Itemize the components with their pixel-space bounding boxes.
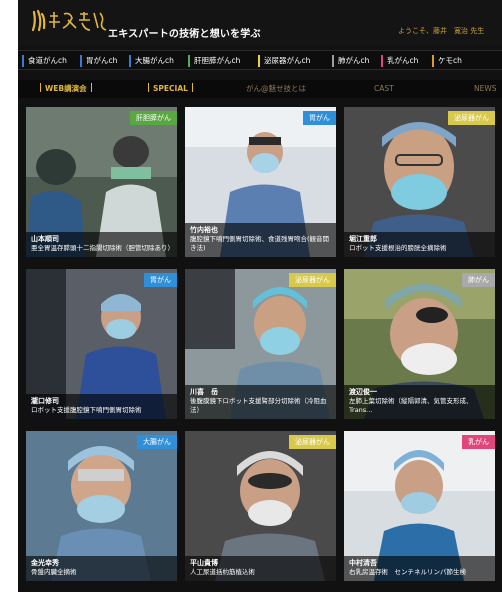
channel-nav: 食道がんch 胃がんch 大腸がんch 肝胆膵がんch 泌尿器がんch 肺がんc…: [18, 50, 502, 70]
surgeon-name: 中村清吾: [349, 559, 377, 567]
card-caption: 川喜 岳 後腹膜鏡下ロボット支援腎部分切除術（冷阻血法）: [185, 385, 336, 419]
video-card[interactable]: 泌尿器がん 平山貴博 人工尿道括約筋植込術: [185, 431, 336, 581]
channel-hepatobiliary[interactable]: 肝胆膵がんch: [188, 55, 240, 67]
surgeon-name: 川喜 岳: [190, 388, 218, 396]
specialty-tag: 胃がん: [144, 273, 177, 287]
site-header: エキスパートの技術と想いを学ぶ ようこそ、藤井 寛治 先生: [18, 0, 502, 46]
channel-stomach[interactable]: 胃がんch: [80, 55, 117, 67]
specialty-tag: 泌尿器がん: [289, 435, 336, 449]
specialty-tag: 肺がん: [462, 273, 495, 287]
video-card[interactable]: 胃がん 瀧口修司 ロボット支援腹腔鏡下噴門側胃切除術: [26, 269, 177, 419]
card-caption: 竹内裕也 腹腔鏡下噴門側胃切除術、食道残胃吻合(観音開き法): [185, 223, 336, 257]
card-caption: 瀧口修司 ロボット支援腹腔鏡下噴門側胃切除術: [26, 394, 177, 419]
video-card[interactable]: 肝胆膵がん 山本順司 亜全胃温存膵頭十二指腸切除術（胆管切除あり）: [26, 107, 177, 257]
surgeon-name: 瀧口修司: [31, 397, 59, 405]
channel-esophagus[interactable]: 食道がんch: [22, 55, 67, 67]
channel-breast[interactable]: 乳がんch: [381, 55, 418, 67]
video-card[interactable]: 泌尿器がん 堀江重郎 ロボット支援根治的膀胱全摘除術: [344, 107, 495, 257]
nav-cast[interactable]: CAST: [374, 83, 394, 95]
surgeon-name: 山本順司: [31, 235, 59, 243]
channel-chemo[interactable]: ケモch: [432, 55, 462, 67]
surgeon-name: 竹内裕也: [190, 226, 218, 234]
site-tagline: エキスパートの技術と想いを学ぶ: [108, 29, 261, 40]
specialty-tag: 泌尿器がん: [448, 111, 495, 125]
welcome-message: ようこそ、藤井 寛治 先生: [398, 27, 485, 35]
procedure-title: ロボット支援根治的膀胱全摘除術: [349, 244, 447, 252]
card-caption: 山本順司 亜全胃温存膵頭十二指腸切除術（胆管切除あり）: [26, 232, 177, 257]
nav-about[interactable]: がん@魅せ技とは: [246, 83, 306, 95]
sub-nav: WEB講演会 SPECIAL がん@魅せ技とは CAST NEWS: [18, 80, 502, 98]
app-window: エキスパートの技術と想いを学ぶ ようこそ、藤井 寛治 先生 食道がんch 胃がん…: [18, 0, 502, 592]
specialty-tag: 胃がん: [303, 111, 336, 125]
surgeon-name: 金光幸秀: [31, 559, 59, 567]
video-card[interactable]: 胃がん 竹内裕也 腹腔鏡下噴門側胃切除術、食道残胃吻合(観音開き法): [185, 107, 336, 257]
specialty-tag: 泌尿器がん: [289, 273, 336, 287]
procedure-title: 人工尿道括約筋植込術: [190, 568, 255, 576]
card-caption: 堀江重郎 ロボット支援根治的膀胱全摘除術: [344, 232, 495, 257]
procedure-title: 後腹膜鏡下ロボット支援腎部分切除術（冷阻血法）: [190, 397, 327, 414]
card-caption: 中村清吾 右乳房温存術 センチネルリンパ節生検: [344, 556, 495, 581]
procedure-title: 骨盤内臓全摘術: [31, 568, 77, 576]
nav-news[interactable]: NEWS: [474, 83, 497, 95]
specialty-tag: 肝胆膵がん: [130, 111, 177, 125]
surgeon-name: 渡辺俊一: [349, 388, 377, 396]
procedure-title: ロボット支援腹腔鏡下噴門側胃切除術: [31, 406, 142, 414]
surgeon-name: 堀江重郎: [349, 235, 377, 243]
procedure-title: 左肺上葉切除術（縦隔郭清、気管支形成、Trans...: [349, 397, 473, 414]
site-logo[interactable]: [30, 8, 112, 34]
channel-colon[interactable]: 大腸がんch: [129, 55, 174, 67]
card-caption: 金光幸秀 骨盤内臓全摘術: [26, 556, 177, 581]
surgeon-name: 平山貴博: [190, 559, 218, 567]
specialty-tag: 乳がん: [462, 435, 495, 449]
procedure-title: 亜全胃温存膵頭十二指腸切除術（胆管切除あり）: [31, 244, 174, 252]
nav-special[interactable]: SPECIAL: [144, 83, 197, 95]
specialty-tag: 大腸がん: [137, 435, 177, 449]
nav-webinar[interactable]: WEB講演会: [36, 83, 96, 95]
channel-lung[interactable]: 肺がんch: [332, 55, 369, 67]
procedure-title: 腹腔鏡下噴門側胃切除術、食道残胃吻合(観音開き法): [190, 235, 330, 252]
video-card[interactable]: 肺がん 渡辺俊一 左肺上葉切除術（縦隔郭清、気管支形成、Trans...: [344, 269, 495, 419]
video-card[interactable]: 大腸がん 金光幸秀 骨盤内臓全摘術: [26, 431, 177, 581]
procedure-title: 右乳房温存術 センチネルリンパ節生検: [349, 568, 466, 576]
video-card[interactable]: 乳がん 中村清吾 右乳房温存術 センチネルリンパ節生検: [344, 431, 495, 581]
card-caption: 渡辺俊一 左肺上葉切除術（縦隔郭清、気管支形成、Trans...: [344, 385, 495, 419]
card-caption: 平山貴博 人工尿道括約筋植込術: [185, 556, 336, 581]
video-card[interactable]: 泌尿器がん 川喜 岳 後腹膜鏡下ロボット支援腎部分切除術（冷阻血法）: [185, 269, 336, 419]
channel-urology[interactable]: 泌尿器がんch: [258, 55, 310, 67]
